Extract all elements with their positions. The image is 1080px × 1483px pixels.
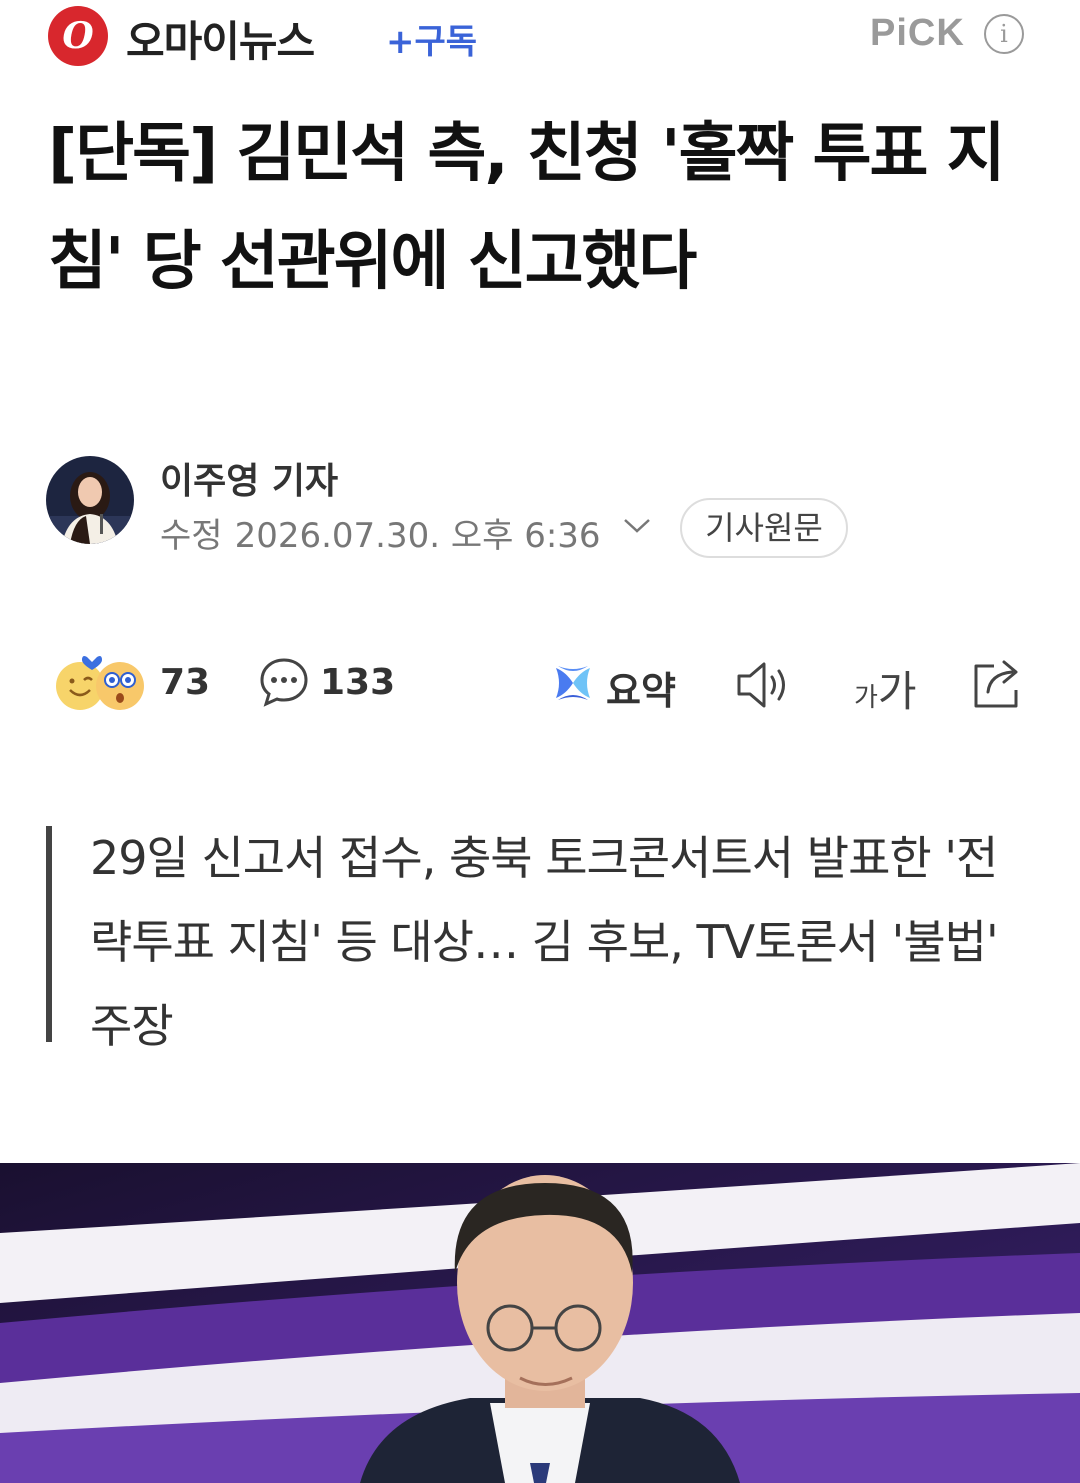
- press-logo[interactable]: O: [48, 6, 108, 66]
- share-icon[interactable]: [970, 656, 1028, 710]
- photo-image: [0, 1163, 1080, 1483]
- comment-count: 133: [320, 662, 396, 703]
- article-headline: [단독] 김민석 측, 친청 '홀짝 투표 지침' 당 선관위에 신고했다: [48, 117, 1006, 299]
- summary-icon[interactable]: [552, 662, 594, 704]
- modified-label: 수정: [160, 516, 223, 556]
- subscribe-button[interactable]: +구독: [386, 14, 477, 63]
- summary-quote-bar: [46, 826, 52, 1042]
- avatar-image: [46, 456, 134, 544]
- font-size-small-glyph: 가: [854, 683, 878, 713]
- modified-datetime: 2026.07.30. 오후 6:36: [234, 516, 601, 556]
- modified-date: 수정 2026.07.30. 오후 6:36: [160, 508, 601, 557]
- speaker-icon[interactable]: [736, 660, 794, 710]
- font-size-icon[interactable]: 가가: [854, 658, 917, 719]
- summary-button[interactable]: 요약: [606, 660, 676, 715]
- reporter-name[interactable]: 이주영 기자: [160, 452, 338, 504]
- article-photo[interactable]: [0, 1163, 1080, 1483]
- reaction-count: 73: [160, 662, 211, 703]
- article-summary: 29일 신고서 접수, 충북 토크콘서트서 발표한 '전략투표 지침' 등 대상…: [90, 831, 999, 1053]
- info-icon[interactable]: i: [984, 14, 1024, 54]
- emoji-reaction-icon[interactable]: [52, 654, 148, 714]
- article-page: O 오마이뉴스 +구독 PiCK i [단독] 김민석 측, 친청 '홀짝 투표…: [0, 0, 1080, 1483]
- original-article-button[interactable]: 기사원문: [680, 498, 848, 558]
- font-size-big-glyph: 가: [877, 667, 917, 716]
- comment-icon[interactable]: [258, 656, 310, 708]
- pick-label: PiCK: [870, 12, 965, 54]
- reporter-avatar[interactable]: [46, 456, 134, 544]
- press-name[interactable]: 오마이뉴스: [126, 8, 315, 69]
- article-header: O 오마이뉴스 +구독 PiCK i: [0, 0, 1080, 80]
- chevron-down-icon[interactable]: [622, 516, 652, 536]
